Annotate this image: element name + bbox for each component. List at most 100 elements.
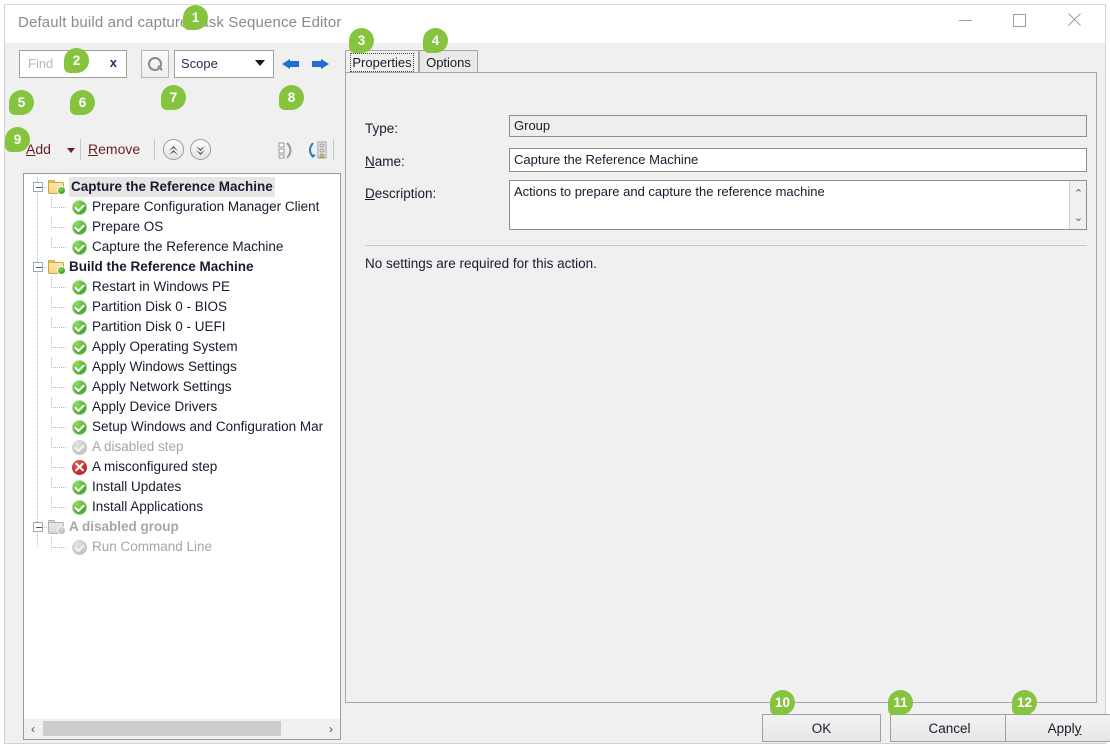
tree-step-row[interactable]: Install Updates (24, 477, 340, 497)
tab-properties[interactable]: Properties (345, 50, 419, 74)
scroll-left-button[interactable]: ‹ (24, 719, 42, 738)
tree-row-label: Run Command Line (92, 537, 212, 557)
tree-step-row[interactable]: Apply Operating System (24, 337, 340, 357)
collapse-expander-icon[interactable] (33, 522, 43, 532)
tree-row-label: A disabled step (92, 437, 184, 457)
scrollbar-thumb[interactable] (43, 721, 281, 736)
type-value: Group (509, 115, 1087, 137)
tree-step-row[interactable]: Setup Windows and Configuration Mar (24, 417, 340, 437)
type-label: Type: (365, 121, 398, 136)
check-icon (72, 480, 87, 495)
tree-horizontal-scrollbar[interactable]: ‹ › (23, 719, 341, 740)
search-button[interactable] (141, 50, 169, 78)
check-icon (72, 500, 87, 515)
tree-step-row[interactable]: Capture the Reference Machine (24, 237, 340, 257)
task-sequence-tree[interactable]: Capture the Reference MachinePrepare Con… (23, 173, 341, 740)
tree-group-row[interactable]: Capture the Reference Machine (24, 177, 340, 197)
copy-button[interactable] (278, 140, 300, 160)
find-previous-button[interactable] (279, 50, 304, 78)
chevron-up-icon (169, 145, 178, 154)
left-pane: Find x Scope Add Remove (14, 43, 342, 703)
copy-icon (278, 140, 300, 160)
ok-button[interactable]: OK (762, 714, 881, 742)
find-next-button[interactable] (306, 50, 331, 78)
callout-badge-12: 12 (1012, 690, 1037, 715)
add-dropdown-caret-icon[interactable] (67, 148, 75, 153)
collapse-expander-icon[interactable] (33, 262, 43, 272)
tree-connector-line (51, 387, 67, 388)
description-value: Actions to prepare and capture the refer… (514, 184, 825, 199)
tree-step-row[interactable]: Prepare OS (24, 217, 340, 237)
tree-row-label: Prepare OS (92, 217, 163, 237)
scroll-right-button[interactable]: › (322, 719, 340, 738)
tree-step-row[interactable]: A disabled step (24, 437, 340, 457)
toolbar-separator (80, 139, 81, 160)
folder-icon (48, 260, 65, 274)
tree-connector-line (51, 497, 52, 508)
tree-row-label: Apply Network Settings (92, 377, 232, 397)
name-label-rest: ame: (375, 154, 405, 169)
tree-step-row[interactable]: Apply Windows Settings (24, 357, 340, 377)
apply-button[interactable]: Apply (1005, 714, 1110, 742)
tree-row-label: A disabled group (69, 517, 179, 537)
close-button[interactable] (1050, 5, 1097, 35)
tree-step-row[interactable]: Partition Disk 0 - BIOS (24, 297, 340, 317)
scope-selected-value: Scope (181, 56, 218, 71)
tree-step-row[interactable]: Apply Device Drivers (24, 397, 340, 417)
check-icon (72, 240, 87, 255)
scope-dropdown[interactable]: Scope (174, 50, 274, 78)
disabled-check-icon (72, 440, 87, 455)
tree-connector-line (51, 207, 67, 208)
disabled-check-icon (72, 540, 87, 555)
description-textarea[interactable]: Actions to prepare and capture the refer… (509, 180, 1087, 230)
remove-mnemonic: R (88, 141, 98, 157)
minimize-button[interactable] (942, 5, 989, 35)
add-button[interactable]: Add (26, 141, 51, 157)
tree-step-row[interactable]: Partition Disk 0 - UEFI (24, 317, 340, 337)
move-down-button[interactable] (190, 139, 211, 160)
remove-button[interactable]: Remove (88, 141, 140, 157)
folder-icon (48, 180, 65, 194)
close-icon (1067, 13, 1081, 27)
tree-row-label: Partition Disk 0 - BIOS (92, 297, 227, 317)
folder-disabled-icon (48, 520, 65, 534)
tree-connector-line (51, 357, 52, 368)
callout-badge-6: 6 (70, 90, 95, 115)
move-up-button[interactable] (163, 139, 184, 160)
tab-options[interactable]: Options (419, 50, 478, 73)
scroll-up-icon[interactable]: ⌃ (1070, 185, 1087, 202)
tree-step-row[interactable]: Apply Network Settings (24, 377, 340, 397)
error-icon (72, 460, 87, 475)
tree-connector-line (51, 327, 67, 328)
tree-step-row[interactable]: Run Command Line (24, 537, 340, 557)
arrow-right-icon (309, 57, 329, 71)
tree-connector-line (51, 447, 67, 448)
tree-connector-line (51, 317, 52, 328)
scroll-down-icon[interactable]: ⌄ (1070, 209, 1087, 226)
tree-connector-line (51, 487, 67, 488)
apply-button-label: Appl (1048, 721, 1075, 736)
tree-row-label: Capture the Reference Machine (69, 177, 275, 197)
tree-step-row[interactable]: Restart in Windows PE (24, 277, 340, 297)
tree-step-row[interactable]: Prepare Configuration Manager Client (24, 197, 340, 217)
description-label: Description: (365, 186, 436, 201)
toolbar-separator (333, 139, 334, 160)
paste-button[interactable] (306, 140, 328, 160)
tree-step-row[interactable]: A misconfigured step (24, 457, 340, 477)
tree-connector-line (51, 407, 67, 408)
cancel-button[interactable]: Cancel (890, 714, 1009, 742)
tree-connector-line (51, 367, 67, 368)
tab-options-label: Options (426, 55, 471, 70)
collapse-expander-icon[interactable] (33, 182, 43, 192)
callout-badge-4: 4 (423, 28, 448, 53)
name-input[interactable]: Capture the Reference Machine (509, 148, 1087, 172)
maximize-icon (1013, 14, 1026, 27)
maximize-button[interactable] (996, 5, 1043, 35)
tree-group-row[interactable]: Build the Reference Machine (24, 257, 340, 277)
check-icon (72, 220, 87, 235)
tree-group-row[interactable]: A disabled group (24, 517, 340, 537)
check-icon (72, 320, 87, 335)
clear-search-button[interactable]: x (110, 55, 117, 70)
description-scrollbar[interactable]: ⌃ ⌄ (1069, 181, 1086, 229)
tree-step-row[interactable]: Install Applications (24, 497, 340, 517)
